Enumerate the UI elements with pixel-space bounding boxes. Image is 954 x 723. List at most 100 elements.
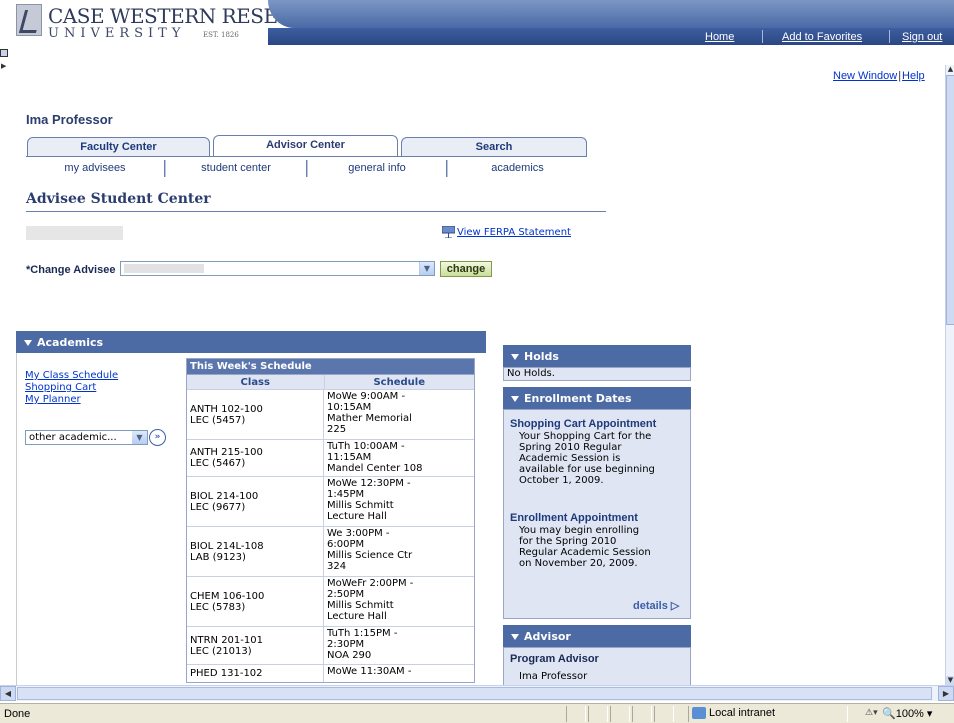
schedule-header-row: Class Schedule xyxy=(187,374,474,389)
schedule-line: Mather Memorial xyxy=(327,413,412,424)
home-link[interactable]: Home xyxy=(705,31,734,43)
schedule-line: 2:30PM xyxy=(327,639,365,650)
class-cell: BIOL 214L-108 LAB (9123) xyxy=(187,527,324,576)
schedule-cell: MoWe 9:00AM -10:15AM Mather Memorial 225 xyxy=(324,390,474,439)
appt-text-line: October 1, 2009. xyxy=(519,475,604,486)
my-planner-link[interactable]: My Planner xyxy=(25,394,118,406)
schedule-cell: We 3:00PM -6:00PM Millis Science Ctr 324 xyxy=(324,527,474,576)
schedule-line: Millis Schmitt xyxy=(327,500,394,511)
shopping-cart-link[interactable]: Shopping Cart xyxy=(25,382,118,394)
advisor-header[interactable]: Advisor xyxy=(503,625,691,647)
link-separator: | xyxy=(898,70,902,82)
other-academic-value: other academic... xyxy=(29,432,117,443)
view-ferpa-statement-link[interactable]: View FERPA Statement xyxy=(457,227,571,238)
class-code: CHEM 106-100 xyxy=(190,590,265,602)
class-cell: PHED 131-102 xyxy=(187,665,324,682)
class-code: NTRN 201-101 xyxy=(190,634,263,646)
table-row: PHED 131-102 MoWe 11:30AM - xyxy=(187,664,474,682)
zone-label: Local intranet xyxy=(709,707,776,719)
table-row: NTRN 201-101 LEC (21013) TuTh 1:15PM -2:30… xyxy=(187,626,474,664)
advisee-select[interactable]: ▼ xyxy=(120,261,435,276)
collapse-triangle-icon[interactable] xyxy=(511,396,519,402)
schedule-line: Lecture Hall xyxy=(327,611,387,622)
appt-text-line: You may begin enrolling xyxy=(519,525,640,536)
enrollment-dates-header[interactable]: Enrollment Dates xyxy=(503,387,691,409)
horizontal-scrollbar[interactable]: ◀ ▶ xyxy=(0,685,954,701)
collapse-triangle-icon[interactable] xyxy=(511,354,519,360)
appt-text-line: Regular Academic Session xyxy=(519,547,651,558)
holds-title: Holds xyxy=(524,350,559,363)
other-academic-select[interactable]: other academic... ▼ xyxy=(25,430,148,445)
chevron-down-icon[interactable]: ▼ xyxy=(132,431,147,444)
subtab-general-info[interactable]: general info xyxy=(308,160,446,177)
scroll-down-icon[interactable]: ▼ xyxy=(946,676,954,685)
schedule-line: MoWeFr 2:00PM - xyxy=(327,578,414,589)
menu-toggle-icon[interactable]: ▶ xyxy=(0,49,12,70)
logo-line2: UNIVERSITY xyxy=(48,26,186,41)
academics-header[interactable]: Academics xyxy=(16,331,486,353)
schedule-line: 10:15AM xyxy=(327,402,372,413)
subtab-student-center[interactable]: student center xyxy=(166,160,306,177)
schedule-line: 11:15AM xyxy=(327,452,372,463)
scroll-thumb[interactable] xyxy=(17,687,932,700)
class-cell: BIOL 214-100 LEC (9677) xyxy=(187,477,324,526)
university-logo[interactable]: CASE WESTERN RESERVE UNIVERSITY EST. 182… xyxy=(16,2,320,42)
change-button[interactable]: change xyxy=(440,261,492,277)
play-arrow-icon: ▷ xyxy=(670,600,680,612)
help-link[interactable]: Help xyxy=(902,70,925,82)
holds-header[interactable]: Holds xyxy=(503,345,691,367)
schedule-line: Millis Science Ctr xyxy=(327,550,413,561)
subtab-academics[interactable]: academics xyxy=(448,160,587,177)
add-to-favorites-link[interactable]: Add to Favorites xyxy=(782,31,862,43)
page-title: Advisee Student Center xyxy=(26,191,211,207)
collapse-triangle-icon[interactable] xyxy=(511,634,519,640)
site-banner: CASE WESTERN RESERVE UNIVERSITY EST. 182… xyxy=(0,0,954,47)
weekly-schedule-table: This Week's Schedule Class Schedule ANTH… xyxy=(186,358,475,683)
scroll-left-icon[interactable]: ◀ xyxy=(0,686,16,701)
schedule-line: 6:00PM xyxy=(327,539,365,550)
student-name-placeholder xyxy=(26,226,123,240)
class-cell: ANTH 102-100 LEC (5457) xyxy=(187,390,324,439)
program-advisor-title: Program Advisor xyxy=(510,653,599,665)
new-window-link[interactable]: New Window xyxy=(833,70,897,82)
details-link[interactable]: details ▷ xyxy=(633,599,679,612)
class-cell: NTRN 201-101 LEC (21013) xyxy=(187,627,324,664)
class-section: LEC (9677) xyxy=(190,501,246,513)
table-row: CHEM 106-100 LEC (5783) MoWeFr 2:00PM -2:5… xyxy=(187,576,474,626)
schedule-line: 2:50PM xyxy=(327,589,365,600)
logo-shield-icon xyxy=(16,4,42,36)
sign-out-link[interactable]: Sign out xyxy=(902,31,942,43)
tab-faculty-center[interactable]: Faculty Center xyxy=(27,137,210,157)
go-arrow-icon[interactable]: » xyxy=(149,429,166,446)
schedule-line: Millis Schmitt xyxy=(327,600,394,611)
schedule-line: 324 xyxy=(327,561,347,572)
schedule-line: We 3:00PM - xyxy=(327,528,390,539)
person-name: Ima Professor xyxy=(26,112,113,127)
scroll-right-icon[interactable]: ▶ xyxy=(938,686,954,701)
holds-text: No Holds. xyxy=(503,367,691,381)
vertical-scrollbar[interactable]: ▲ ▼ xyxy=(945,65,954,685)
scroll-thumb[interactable] xyxy=(946,75,954,325)
zoom-control[interactable]: 🔍100% ▾ xyxy=(882,707,932,720)
lock-icon[interactable]: ⚠▾ xyxy=(865,707,878,718)
academics-links: My Class Schedule Shopping Cart My Plann… xyxy=(25,370,118,406)
class-code: ANTH 102-100 xyxy=(190,403,263,415)
class-cell: ANTH 215-100 LEC (5467) xyxy=(187,440,324,476)
class-section: LEC (5457) xyxy=(190,414,246,426)
scroll-up-icon[interactable]: ▲ xyxy=(946,65,954,74)
collapse-triangle-icon[interactable] xyxy=(24,340,32,346)
logo-est: EST. 1826 xyxy=(203,31,239,39)
chevron-down-icon[interactable]: ▼ xyxy=(419,262,434,275)
appt-text-line: Spring 2010 Regular xyxy=(519,442,622,453)
advisor-title: Advisor xyxy=(524,630,571,643)
tab-advisor-center[interactable]: Advisor Center xyxy=(213,135,398,157)
subtab-my-advisees[interactable]: my advisees xyxy=(26,160,164,177)
tab-search[interactable]: Search xyxy=(401,137,587,157)
my-class-schedule-link[interactable]: My Class Schedule xyxy=(25,370,118,382)
schedule-line: TuTh 10:00AM - xyxy=(327,441,405,452)
status-done: Done xyxy=(4,708,31,720)
schedule-cell: MoWe 11:30AM - xyxy=(324,665,474,682)
schedule-cell: MoWeFr 2:00PM -2:50PM Millis Schmitt Lectu… xyxy=(324,577,474,626)
schedule-cell: MoWe 12:30PM -1:45PM Millis Schmitt Lectur… xyxy=(324,477,474,526)
ferpa-icon xyxy=(441,225,456,239)
